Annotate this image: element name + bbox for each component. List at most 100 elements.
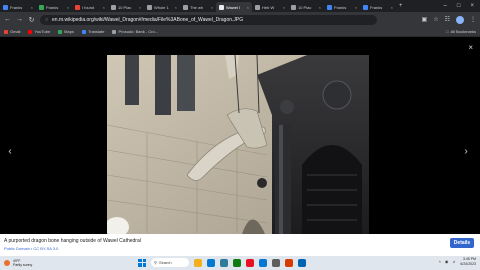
tab-close-icon[interactable]: × [391,5,393,10]
tab-close-icon[interactable]: × [103,5,105,10]
browser-tab[interactable]: Franks × [36,2,72,12]
weather-widget[interactable]: 49°F Partly sunny [0,259,32,267]
menu-icon[interactable]: ⋮ [470,16,476,24]
tab-favicon-icon [3,4,8,10]
search-icon: ⚲ [154,260,157,265]
maximize-icon[interactable]: □ [457,3,461,9]
bookmark-label: YouTube [34,29,51,34]
bookmark-item[interactable]: Maps [58,29,74,34]
minimize-icon[interactable]: – [444,3,447,9]
clock-time: 3:45 PM [462,257,476,261]
tab-label: Whole 1 [154,4,169,10]
tab-label: Franks [10,4,23,10]
tab-favicon-icon [363,4,368,10]
bookmark-favicon-icon [81,29,86,34]
close-window-icon[interactable]: × [470,3,474,9]
tab-close-icon[interactable]: × [175,5,177,10]
tab-label: Wawel l [226,4,240,10]
tab-label: The wh [190,4,204,10]
address-bar[interactable]: ○ en.m.wikipedia.org/wiki/Wawel_Dragon#/… [40,14,377,25]
taskbar-app-icon[interactable] [207,258,215,267]
bookmark-favicon-icon [4,29,8,34]
browser-tab[interactable]: 10 Plac × [288,2,324,12]
tab-close-icon[interactable]: × [31,5,33,10]
bookmark-item[interactable]: Translate [81,29,105,34]
tab-favicon-icon [183,4,188,10]
tab-label: Heb W [262,4,275,10]
details-button[interactable]: Details [450,238,474,248]
tab-close-icon[interactable]: × [139,5,141,10]
forward-icon[interactable]: → [16,16,23,23]
tab-close-icon[interactable]: × [247,5,249,10]
taskbar-search[interactable]: ⚲ Search [151,258,189,267]
taskbar-app-icon[interactable] [285,258,293,267]
browser-tab[interactable]: Whole 1 × [144,2,180,12]
image-caption-bar: A purported dragon bone hanging outside … [0,234,480,256]
taskbar-app-icon[interactable] [298,258,306,267]
image-caption: A purported dragon bone hanging outside … [4,238,141,244]
clock[interactable]: 3:45 PM 6/24/2023 [460,257,476,266]
tab-favicon-icon [327,4,332,10]
star-icon[interactable]: ☆ [433,16,438,24]
browser-tab[interactable]: Wawel l × [216,2,252,12]
tab-label: Franks [370,4,383,10]
weather-desc: Partly sunny [13,263,33,267]
browser-tab[interactable]: Franks × [324,2,360,12]
taskbar-app-icon[interactable] [220,258,228,267]
previous-image-button[interactable]: ‹ [4,146,16,158]
toolbar-icons: ▣ ☆ ☷ ⋮ [422,15,476,24]
browser-toolbar: ← → ↻ ○ en.m.wikipedia.org/wiki/Wawel_Dr… [0,12,480,27]
tab-close-icon[interactable]: × [319,5,321,10]
address-url[interactable]: en.m.wikipedia.org/wiki/Wawel_Dragon#/me… [52,17,243,23]
back-icon[interactable]: ← [4,16,11,23]
browser-tab[interactable]: I found × [72,2,108,12]
system-tray: ˄ ◉ ♬ 3:45 PM 6/24/2023 [439,257,476,266]
tab-close-icon[interactable]: × [355,5,357,10]
next-image-button[interactable]: › [460,146,472,158]
bookmark-favicon-icon [28,29,33,34]
taskbar-app-icon[interactable] [233,258,241,267]
media-viewer: × ‹ › [0,38,480,234]
taskbar-app-icon[interactable] [272,258,280,267]
bookmark-label: Gmail [10,29,21,34]
tab-label: 10 Plac [118,4,132,10]
cast-icon[interactable]: ▣ [422,16,428,24]
tab-close-icon[interactable]: × [211,5,213,10]
browser-tab[interactable]: Franks × [0,2,36,12]
start-icon[interactable] [138,258,146,267]
bookmark-label: Translate [87,29,105,34]
browser-tab[interactable]: 10 Plac × [108,2,144,12]
browser-tab[interactable]: Heb W × [252,2,288,12]
profile-avatar[interactable] [456,15,464,24]
tab-favicon-icon [219,4,224,10]
taskbar-app-icon[interactable] [259,258,267,267]
bookmark-item[interactable]: YouTube [28,29,50,34]
tab-favicon-icon [111,4,116,10]
lock-icon: ○ [45,16,49,23]
volume-icon[interactable]: ♬ [452,259,456,264]
taskbar-app-icon[interactable] [246,258,254,267]
tab-label: 10 Plac [298,4,312,10]
license-link[interactable]: Public Domain • CC BY-SA 3.0 [4,246,58,251]
reload-icon[interactable]: ↻ [28,16,35,24]
tab-label: Franks [334,4,347,10]
bookmark-label: Prosudo: Bank - Cro... [118,29,159,34]
tab-favicon-icon [75,4,80,10]
bookmark-item[interactable]: Gmail [4,29,20,34]
all-bookmarks-link[interactable]: □ All Bookmarks [446,29,476,34]
weather-icon [4,260,10,266]
tab-close-icon[interactable]: × [283,5,285,10]
browser-tab[interactable]: The wh × [180,2,216,12]
browser-tab[interactable]: Franks × [360,2,396,12]
tab-close-icon[interactable]: × [67,5,69,10]
extensions-icon[interactable]: ☷ [445,16,450,24]
dragon-bone-photo [107,55,369,234]
bookmark-item[interactable]: Prosudo: Bank - Cro... [112,29,158,34]
close-icon[interactable]: × [468,43,473,52]
bookmark-favicon-icon [112,29,117,34]
chevron-up-icon[interactable]: ˄ [439,259,441,264]
bookmarks-bar: Gmail YouTube Maps Translate Prosudo: Bank -… [0,27,480,37]
taskbar-app-icon[interactable] [194,258,202,267]
new-tab-button[interactable]: + [399,3,403,9]
wifi-icon[interactable]: ◉ [445,259,449,264]
